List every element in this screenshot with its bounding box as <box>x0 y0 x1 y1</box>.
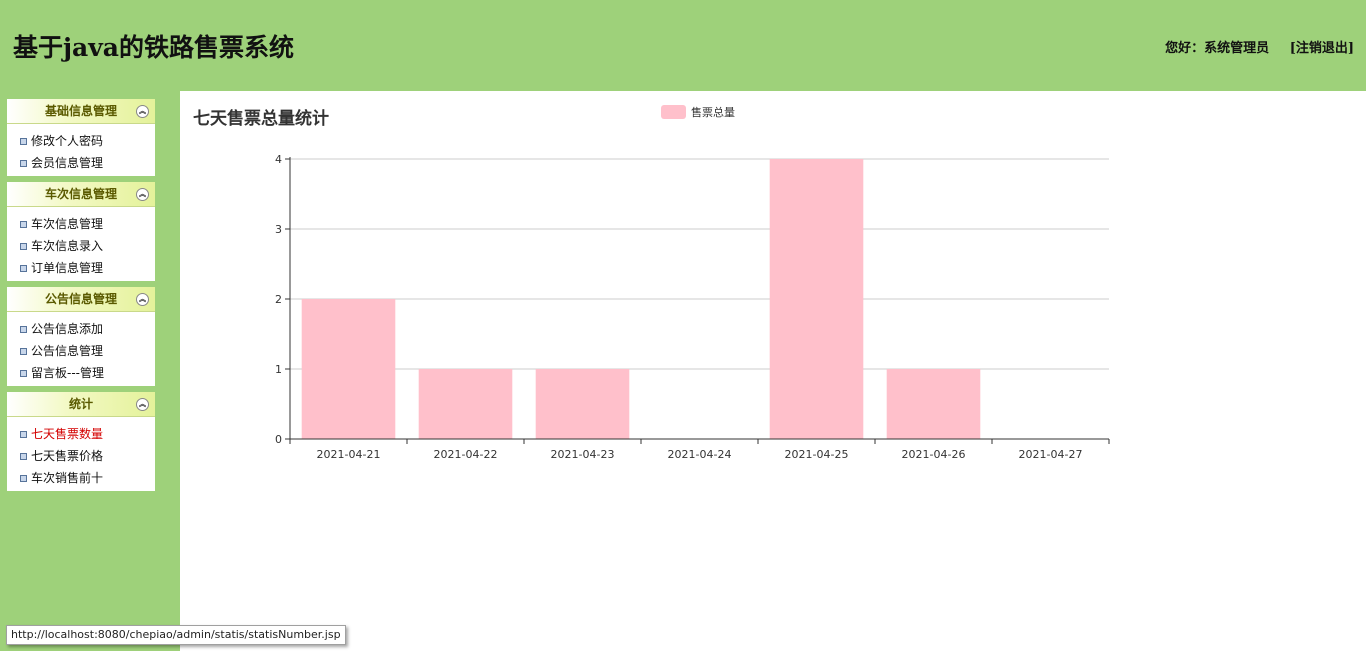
sidebar-item-label: 车次信息管理 <box>31 217 104 231</box>
x-tick-label: 2021-04-26 <box>902 448 966 461</box>
sidebar-item-label: 订单信息管理 <box>31 261 104 275</box>
sidebar-item-order-management[interactable]: 订单信息管理 <box>7 257 155 279</box>
panel-title: 公告信息管理 <box>44 292 117 306</box>
sidebar-item-label: 车次销售前十 <box>31 471 104 485</box>
y-tick-label: 1 <box>275 363 282 376</box>
y-tick-label: 2 <box>275 293 282 306</box>
sidebar-item-message-board[interactable]: 留言板---管理 <box>7 362 155 384</box>
double-chevron-up-icon[interactable]: ︽ <box>136 188 149 201</box>
panel-header-statistics[interactable]: 统计 ︽ <box>7 392 155 417</box>
bullet-icon <box>20 326 27 333</box>
sidebar-item-notice-add[interactable]: 公告信息添加 <box>7 318 155 340</box>
main-content: 七天售票总量统计 售票总量 0 1 2 3 4 2021-04-21 2021-04-22 2… <box>180 91 1366 651</box>
sidebar-item-member-management[interactable]: 会员信息管理 <box>7 152 155 174</box>
bullet-icon <box>20 265 27 272</box>
bar <box>535 369 630 439</box>
bar <box>301 299 396 439</box>
sidebar-item-notice-management[interactable]: 公告信息管理 <box>7 340 155 362</box>
panel-title: 车次信息管理 <box>44 187 117 201</box>
y-tick-label: 3 <box>275 223 282 236</box>
bullet-icon <box>20 160 27 167</box>
x-tick-label: 2021-04-22 <box>434 448 498 461</box>
x-tick-label: 2021-04-21 <box>317 448 381 461</box>
double-chevron-up-icon[interactable]: ︽ <box>136 398 149 411</box>
sidebar-item-seven-day-count[interactable]: 七天售票数量 <box>7 423 155 445</box>
x-tick-label: 2021-04-23 <box>551 448 615 461</box>
bar-chart: 0 1 2 3 4 2021-04-21 2021-04-22 2021-04-23 2021-… <box>275 153 1110 461</box>
y-tick-label: 4 <box>275 153 282 166</box>
bullet-icon <box>20 453 27 460</box>
panel-title: 基础信息管理 <box>44 104 117 118</box>
sidebar-item-label: 七天售票数量 <box>31 427 104 441</box>
y-tick-label: 0 <box>275 433 282 446</box>
x-tick-label: 2021-04-25 <box>785 448 849 461</box>
bullet-icon <box>20 138 27 145</box>
bullet-icon <box>20 475 27 482</box>
greeting-text: 您好：系统管理员 <box>1165 41 1270 56</box>
sidebar: 基础信息管理 ︽ 修改个人密码 会员信息管理 车次信息管理 ︽ 车次信息管理 车… <box>7 99 155 497</box>
sidebar-item-change-password[interactable]: 修改个人密码 <box>7 130 155 152</box>
bullet-icon <box>20 370 27 377</box>
panel-header-train-info[interactable]: 车次信息管理 ︽ <box>7 182 155 207</box>
sidebar-item-label: 公告信息添加 <box>31 322 104 336</box>
panel-notice-info: 公告信息管理 ︽ 公告信息添加 公告信息管理 留言板---管理 <box>7 287 155 386</box>
header-bar: 基于java的铁路售票系统 您好：系统管理员 [注销退出] <box>0 0 1366 91</box>
double-chevron-up-icon[interactable]: ︽ <box>136 105 149 118</box>
panel-statistics: 统计 ︽ 七天售票数量 七天售票价格 车次销售前十 <box>7 392 155 491</box>
app-title: 基于java的铁路售票系统 <box>13 33 294 62</box>
bullet-icon <box>20 431 27 438</box>
panel-header-notice-info[interactable]: 公告信息管理 ︽ <box>7 287 155 312</box>
panel-basic-info: 基础信息管理 ︽ 修改个人密码 会员信息管理 <box>7 99 155 176</box>
sidebar-item-top-ten-trains[interactable]: 车次销售前十 <box>7 467 155 489</box>
sidebar-item-label: 车次信息录入 <box>31 239 104 253</box>
sidebar-item-label: 公告信息管理 <box>31 344 104 358</box>
panel-title: 统计 <box>68 397 93 411</box>
sidebar-item-label: 留言板---管理 <box>31 366 104 380</box>
bar <box>769 159 864 439</box>
bar <box>886 369 981 439</box>
x-tick-label: 2021-04-27 <box>1019 448 1083 461</box>
panel-header-basic-info[interactable]: 基础信息管理 ︽ <box>7 99 155 124</box>
bullet-icon <box>20 221 27 228</box>
panel-train-info: 车次信息管理 ︽ 车次信息管理 车次信息录入 订单信息管理 <box>7 182 155 281</box>
status-bar-url: http://localhost:8080/chepiao/admin/stat… <box>6 625 346 645</box>
logout-link[interactable]: [注销退出] <box>1290 41 1354 56</box>
bullet-icon <box>20 348 27 355</box>
sidebar-item-label: 会员信息管理 <box>31 156 104 170</box>
sidebar-item-seven-day-price[interactable]: 七天售票价格 <box>7 445 155 467</box>
bar <box>418 369 513 439</box>
user-area: 您好：系统管理员 [注销退出] <box>1165 37 1354 56</box>
sidebar-item-label: 修改个人密码 <box>31 134 104 148</box>
sidebar-item-train-entry[interactable]: 车次信息录入 <box>7 235 155 257</box>
sidebar-item-label: 七天售票价格 <box>31 449 104 463</box>
bullet-icon <box>20 243 27 250</box>
double-chevron-up-icon[interactable]: ︽ <box>136 293 149 306</box>
x-tick-label: 2021-04-24 <box>668 448 732 461</box>
sidebar-item-train-management[interactable]: 车次信息管理 <box>7 213 155 235</box>
